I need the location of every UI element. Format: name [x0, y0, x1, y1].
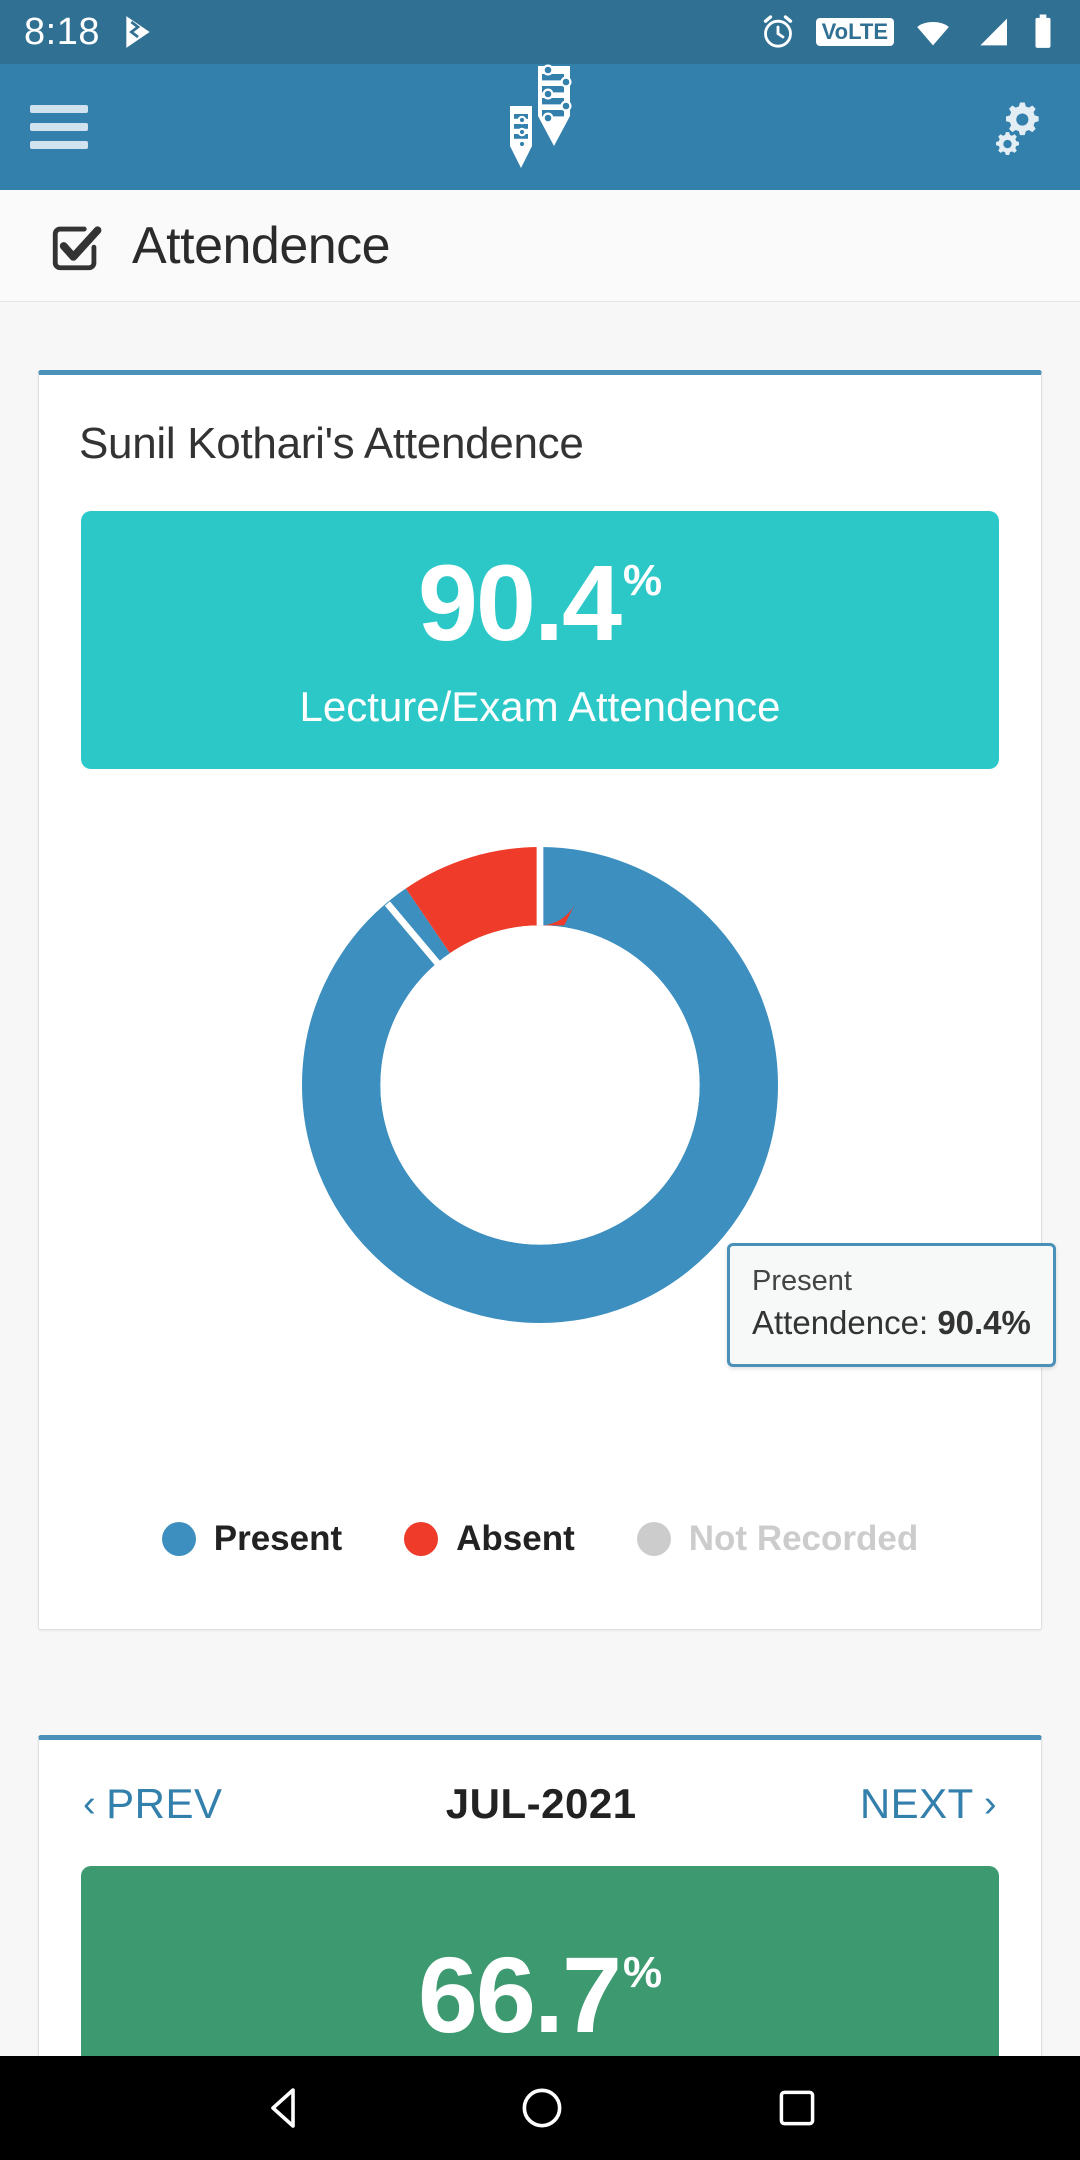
app-logo-icon[interactable]	[490, 64, 590, 190]
tooltip-series-name: Present	[752, 1265, 852, 1297]
donut-hole	[380, 925, 700, 1245]
status-time: 8:18	[24, 11, 100, 53]
month-percentage-sign: %	[623, 1948, 663, 1997]
month-percentage-row: 66.7 %	[418, 1941, 662, 2049]
legend-item-not-recorded[interactable]: Not Recorded	[636, 1519, 919, 1559]
prev-month-label: PREV	[106, 1780, 223, 1827]
current-month-label: JUL-2021	[445, 1780, 637, 1827]
chart-legend: Present Absent Not Recorded	[39, 1519, 1041, 1559]
next-month-label: NEXT	[859, 1780, 974, 1827]
hamburger-menu-icon[interactable]	[30, 105, 88, 149]
page-header: Attendence	[0, 190, 1080, 302]
legend-dot-absent	[404, 1522, 439, 1556]
attendance-card-title: Sunil Kothari's Attendence	[79, 419, 584, 468]
chart-tooltip: Present Attendence: 90.4%	[727, 1243, 1056, 1367]
app-logo-glyph	[510, 64, 572, 168]
legend-item-absent[interactable]: Absent	[404, 1519, 575, 1559]
chevron-left-icon: ‹	[83, 1783, 97, 1825]
play-store-icon	[126, 16, 150, 48]
tooltip-value-label: Attendence:	[752, 1304, 938, 1342]
legend-label-absent: Absent	[456, 1519, 575, 1558]
month-percentage-banner: 66.7 %	[81, 1866, 999, 2074]
volte-icon: VoLTE	[815, 18, 894, 46]
wifi-icon	[917, 22, 949, 46]
overall-percentage-banner: 90.4 % Lecture/Exam Attendence	[81, 511, 999, 769]
attendance-card: Sunil Kothari's Attendence 90.4 % Lectur…	[38, 370, 1056, 1630]
overall-percentage-value: 90.4	[417, 542, 622, 663]
legend-item-present[interactable]: Present	[161, 1519, 343, 1559]
gear-glyph	[996, 102, 1039, 155]
status-system-icons: VoLTE	[758, 12, 1056, 52]
attendance-chart-area: Present Attendence: 90.4%	[39, 805, 1056, 1505]
month-navigation: ‹ PREV JUL-2021 NEXT ›	[39, 1740, 1041, 1828]
volte-label: VoLTE	[821, 19, 888, 44]
app-bar	[0, 64, 1080, 190]
page-title: Attendence	[132, 216, 391, 275]
overall-percentage-sign: %	[623, 556, 663, 605]
chevron-right-icon: ›	[983, 1783, 997, 1825]
next-month-button[interactable]: NEXT ›	[860, 1780, 997, 1828]
signal-icon	[980, 18, 1007, 46]
legend-dot-not-recorded	[636, 1522, 671, 1556]
app-root: 8:18 VoLTE Attendence Sunil Kothari's At…	[0, 0, 1080, 2160]
checkbox-edit-icon	[52, 225, 102, 270]
overall-percentage-row: 90.4 %	[418, 549, 662, 657]
battery-icon	[1035, 14, 1051, 48]
back-triangle-icon[interactable]	[261, 2084, 309, 2132]
prev-month-button[interactable]: ‹ PREV	[83, 1780, 223, 1828]
status-bar: 8:18 VoLTE	[0, 0, 1080, 64]
legend-label-not-recorded: Not Recorded	[688, 1519, 919, 1558]
home-circle-icon[interactable]	[519, 2085, 565, 2131]
android-navigation-bar	[0, 2056, 1080, 2160]
month-percentage-value: 66.7	[417, 1934, 622, 2055]
legend-dot-present	[161, 1522, 196, 1556]
legend-label-present: Present	[213, 1519, 343, 1558]
tooltip-value-line: Attendence: 90.4%	[752, 1301, 1031, 1346]
gear-settings-icon[interactable]	[990, 97, 1050, 157]
overall-percentage-caption: Lecture/Exam Attendence	[299, 683, 781, 730]
status-notification-icons	[118, 12, 158, 52]
month-attendance-card: ‹ PREV JUL-2021 NEXT › 66.7 %	[38, 1735, 1042, 2075]
tooltip-value: 90.4%	[937, 1304, 1031, 1342]
recents-square-icon[interactable]	[775, 2086, 819, 2130]
alarm-icon	[763, 15, 792, 48]
